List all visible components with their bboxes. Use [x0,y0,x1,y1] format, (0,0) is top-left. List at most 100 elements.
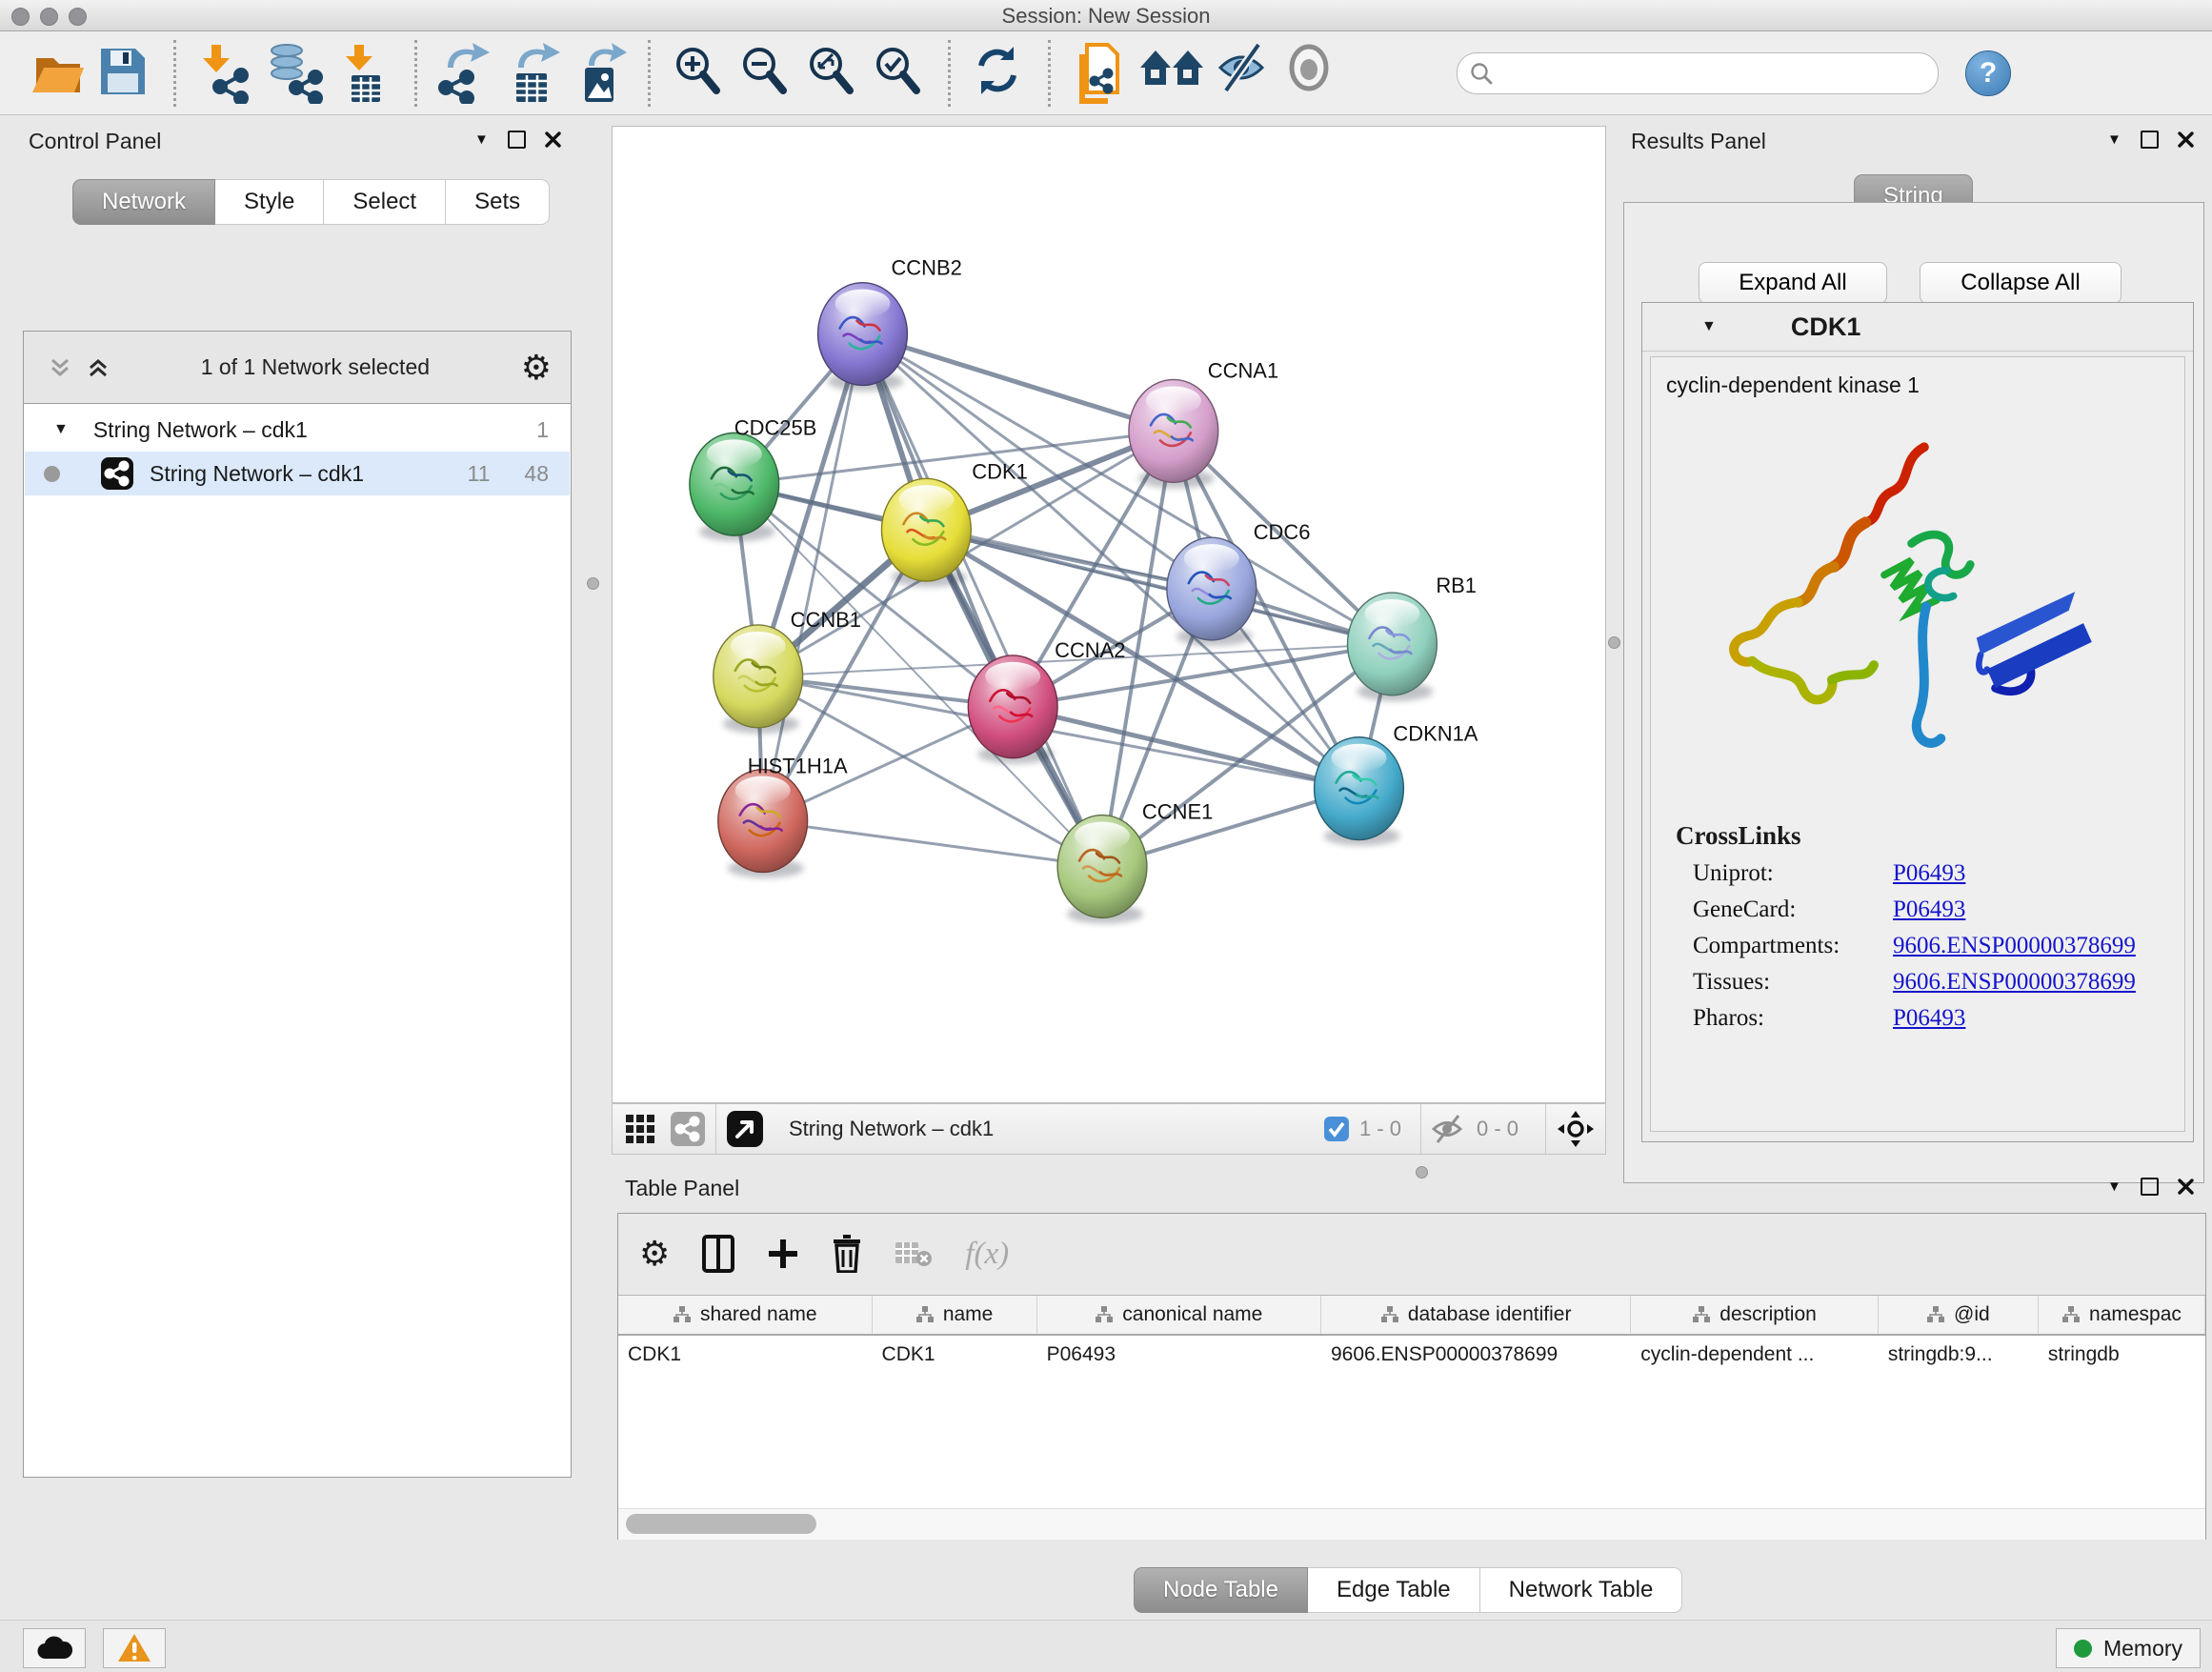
crosslink-link[interactable]: 9606.ENSP00000378699 [1893,933,2136,959]
node-CDC25B[interactable]: CDC25B [690,415,816,541]
selected-checkbox-icon[interactable] [1323,1116,1350,1142]
column-header-shared-name[interactable]: shared name [618,1296,873,1334]
tab-select[interactable]: Select [324,179,446,225]
table-row[interactable]: CDK1CDK1P064939606.ENSP00000378699cyclin… [618,1336,2205,1374]
table-settings-gear-icon[interactable]: ⚙ [639,1237,670,1271]
apply-layout-button[interactable] [972,43,1027,104]
panel-close-icon[interactable] [2178,1178,2194,1195]
database-import-icon [264,43,327,104]
node-CDK1[interactable]: CDK1 [881,459,1027,587]
table-cell[interactable]: stringdb:9... [1879,1336,2039,1374]
zoom-in-button[interactable] [672,43,727,104]
import-network-button[interactable] [197,43,252,104]
column-header-namespac[interactable]: namespac [2039,1296,2205,1334]
network-canvas[interactable]: CCNB2CCNA1CDC25BCDK1CDC6RB1CCNB1CCNA2CDK… [612,126,1606,1103]
panel-float-icon[interactable] [2141,131,2159,149]
warnings-button[interactable] [103,1628,166,1668]
tab-network[interactable]: Network [72,179,215,225]
hidden-eye-icon[interactable] [1431,1114,1467,1144]
add-column-icon[interactable] [767,1238,799,1270]
first-neighbors-button[interactable] [1138,43,1205,104]
vertical-splitter-grip[interactable] [587,577,599,590]
node-CCNA1[interactable]: CCNA1 [1129,358,1278,488]
node-RB1[interactable]: RB1 [1348,574,1478,701]
table-horizontal-scrollbar[interactable] [618,1508,2205,1540]
birds-eye-icon[interactable] [1556,1109,1596,1149]
crosslink-link[interactable]: P06493 [1893,1005,1965,1032]
scrollbar-thumb[interactable] [626,1514,816,1534]
edge-HIST1H1A-CCNE1[interactable] [763,821,1102,867]
tab-node-table[interactable]: Node Table [1134,1567,1308,1613]
disclosure-triangle-icon[interactable]: ▼ [1701,318,1717,335]
tab-network-table[interactable]: Network Table [1480,1567,1683,1613]
network-row-selected[interactable]: String Network – cdk1 11 48 [25,452,570,495]
import-network-from-database-button[interactable] [264,43,327,104]
help-button[interactable]: ? [1965,50,2011,96]
hide-selected-button[interactable] [1217,43,1272,104]
edge-CDK1-RB1[interactable] [926,530,1392,644]
panel-menu-icon[interactable]: ▼ [2107,1178,2122,1195]
table-cell[interactable]: CDK1 [873,1336,1037,1374]
zoom-selected-button[interactable] [872,43,927,104]
network-list-toolbar: 1 of 1 Network selected ⚙ [24,332,571,404]
tab-style[interactable]: Style [215,179,324,225]
node-CCNB2[interactable]: CCNB2 [818,256,962,392]
clone-network-button[interactable] [1072,43,1127,104]
table-cell[interactable]: cyclin-dependent ... [1631,1336,1879,1374]
memory-button[interactable]: Memory [2056,1628,2201,1668]
column-label: name [943,1303,994,1326]
crosslink-link[interactable]: P06493 [1893,860,1965,887]
open-session-button[interactable] [30,43,86,104]
panel-float-icon[interactable] [508,131,526,149]
column-header-@id[interactable]: @id [1879,1296,2039,1334]
delete-column-icon[interactable] [832,1235,862,1273]
node-HIST1H1A[interactable]: HIST1H1A [718,755,848,878]
edge-CCNB2-HIST1H1A[interactable] [763,334,863,821]
panel-float-icon[interactable] [2141,1178,2159,1196]
panel-close-icon[interactable] [545,131,561,148]
tab-sets[interactable]: Sets [446,179,550,225]
network-view-icon[interactable] [670,1111,706,1147]
detach-view-icon[interactable] [726,1110,764,1148]
column-header-database-identifier[interactable]: database identifier [1321,1296,1631,1334]
zoom-out-button[interactable] [738,43,794,104]
search-input[interactable] [1494,56,1938,91]
table-cell[interactable]: CDK1 [618,1336,873,1374]
table-cell[interactable]: stringdb [2039,1336,2205,1374]
export-image-button[interactable] [572,43,627,104]
cloud-status-button[interactable] [23,1628,86,1668]
show-all-button[interactable] [1283,43,1338,104]
panel-menu-icon[interactable]: ▼ [474,131,489,148]
expand-all-button[interactable]: Expand All [1699,262,1887,304]
export-network-button[interactable] [438,43,493,104]
column-header-canonical-name[interactable]: canonical name [1037,1296,1321,1334]
collapse-all-chevron-icon[interactable] [49,356,71,379]
gene-section-header[interactable]: ▼ CDK1 [1642,303,2193,352]
node-CDKN1A[interactable]: CDKN1A [1315,722,1478,846]
crosslink-link[interactable]: P06493 [1893,896,1965,923]
zoom-fit-button[interactable] [805,43,860,104]
network-list-box: 1 of 1 Network selected ⚙ ▼ String Netwo… [23,331,572,1478]
export-table-button[interactable] [505,43,560,104]
network-collection-row[interactable]: ▼ String Network – cdk1 1 [25,408,570,452]
table-cell[interactable]: 9606.ENSP00000378699 [1321,1336,1631,1374]
column-header-name[interactable]: name [873,1296,1037,1334]
crosslink-link[interactable]: 9606.ENSP00000378699 [1893,969,2136,996]
panel-menu-icon[interactable]: ▼ [2107,131,2122,148]
show-columns-icon[interactable] [702,1235,734,1273]
collapse-all-button[interactable]: Collapse All [1920,262,2122,304]
tab-edge-table[interactable]: Edge Table [1308,1567,1480,1613]
save-session-button[interactable] [97,43,152,104]
table-cell[interactable]: P06493 [1037,1336,1321,1374]
import-table-button[interactable] [338,43,393,104]
column-header-description[interactable]: description [1631,1296,1879,1334]
edge-CCNB2-CCNA1[interactable] [863,334,1174,432]
node-CCNB1[interactable]: CCNB1 [714,608,861,734]
export-network-icon [438,43,493,104]
expand-all-chevron-icon[interactable] [87,356,110,379]
panel-close-icon[interactable] [2178,131,2194,148]
disclosure-triangle-icon[interactable]: ▼ [53,421,69,438]
gear-icon[interactable]: ⚙ [521,351,552,385]
edge-CCNB2-CCNE1[interactable] [863,334,1103,867]
grid-view-icon[interactable] [624,1113,656,1145]
